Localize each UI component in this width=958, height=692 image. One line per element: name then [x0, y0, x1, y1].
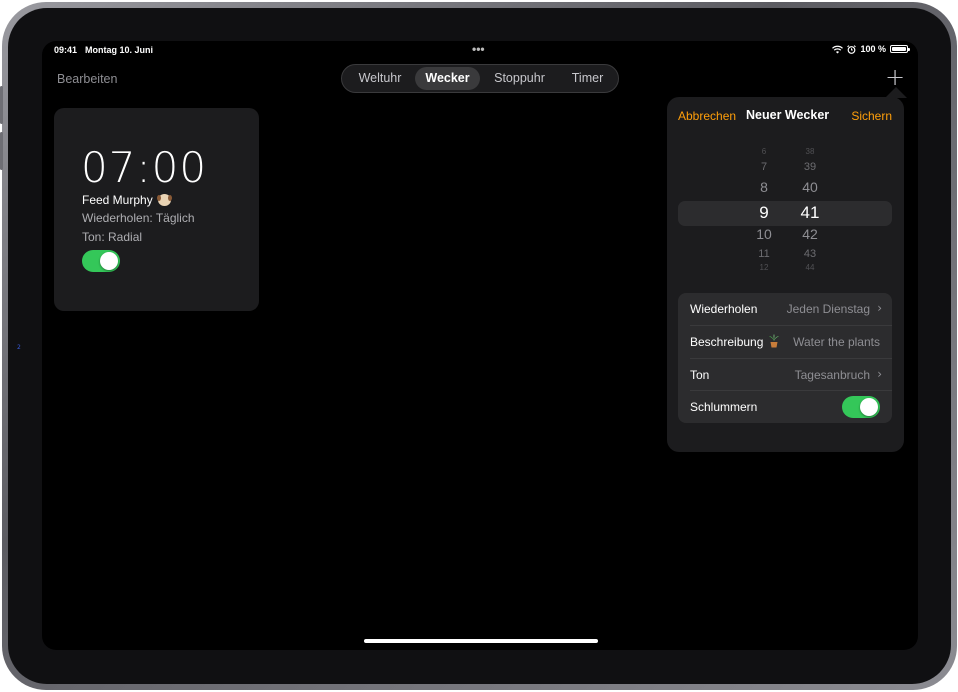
tab-timer[interactable]: Timer: [559, 67, 616, 90]
alarm-settings-list: Wiederholen Jeden Dienstag › Beschreibun…: [678, 293, 892, 423]
save-button[interactable]: Sichern: [851, 109, 892, 123]
toggle-knob: [100, 252, 118, 270]
tab-world-clock[interactable]: Weltuhr: [345, 67, 415, 90]
description-value[interactable]: Water the plants: [793, 335, 880, 349]
alarm-icon: [847, 44, 857, 54]
alarm-time: 07:00: [81, 143, 208, 192]
chevron-right-icon: ›: [877, 367, 882, 381]
description-label: Beschreibung: [690, 335, 764, 349]
side-marker: 2: [17, 344, 21, 351]
volume-down-button: [0, 132, 3, 170]
picker-minute[interactable]: 42: [790, 226, 830, 242]
dog-emoji-icon: [156, 194, 172, 206]
alarm-title: Feed Murphy: [82, 193, 153, 207]
multitasking-dots[interactable]: •••: [472, 42, 485, 56]
repeat-row[interactable]: Wiederholen Jeden Dienstag ›: [678, 293, 892, 325]
picker-hour-selected[interactable]: 9: [744, 203, 784, 223]
battery-icon: [890, 45, 910, 53]
alarm-title-row: Feed Murphy: [82, 193, 172, 207]
status-time: 09:41: [54, 45, 78, 55]
picker-hour[interactable]: 8: [744, 179, 784, 195]
status-date: Montag 10. Juni: [85, 45, 154, 55]
plant-emoji-icon: [769, 334, 779, 348]
status-bar: 09:41 Montag 10. Juni ••• 100 %: [42, 41, 918, 61]
tab-alarm[interactable]: Wecker: [415, 67, 480, 90]
alarm-card[interactable]: 07:00 Feed Murphy Wiederholen: Täglich T…: [54, 108, 259, 311]
alarm-repeat: Wiederholen: Täglich: [82, 211, 195, 225]
edit-button[interactable]: Bearbeiten: [57, 72, 117, 86]
picker-selection-band: [678, 201, 892, 226]
repeat-value: Jeden Dienstag: [786, 302, 870, 316]
tab-bar: Weltuhr Wecker Stoppuhr Timer: [341, 64, 619, 93]
toggle-knob: [860, 398, 878, 416]
add-alarm-button[interactable]: +: [885, 65, 905, 89]
wifi-icon: [832, 45, 844, 53]
sound-label: Ton: [690, 368, 710, 382]
description-row[interactable]: Beschreibung Water the plants: [678, 326, 892, 358]
picker-minute[interactable]: 40: [790, 179, 830, 195]
popover-title: Neuer Wecker: [746, 108, 830, 122]
picker-hour[interactable]: 10: [744, 226, 784, 242]
picker-hour[interactable]: 6: [744, 147, 784, 156]
time-picker[interactable]: 6 7 8 9 10 11 12 38 39 40 41 42 43 44: [678, 142, 892, 282]
picker-minute[interactable]: 43: [790, 248, 830, 260]
picker-minute[interactable]: 39: [790, 161, 830, 173]
chevron-right-icon: ›: [877, 301, 882, 315]
picker-hour[interactable]: 11: [744, 248, 784, 260]
alarm-sound: Ton: Radial: [82, 230, 143, 244]
picker-minute-selected[interactable]: 41: [790, 203, 830, 223]
tab-stopwatch[interactable]: Stoppuhr: [480, 67, 559, 90]
home-indicator[interactable]: [364, 639, 598, 643]
picker-minute[interactable]: 38: [790, 147, 830, 156]
screen: 09:41 Montag 10. Juni ••• 100 % Bearbeit…: [42, 41, 918, 650]
alarm-toggle[interactable]: [82, 250, 120, 272]
picker-hour[interactable]: 12: [744, 263, 784, 272]
status-right: 100 %: [832, 44, 910, 54]
battery-percentage: 100 %: [860, 44, 886, 54]
popover-header: Abbrechen Neuer Wecker Sichern: [667, 108, 904, 126]
snooze-toggle[interactable]: [842, 396, 880, 418]
new-alarm-popover: Abbrechen Neuer Wecker Sichern 6 7 8 9 1…: [667, 97, 904, 452]
snooze-label: Schlummern: [690, 400, 758, 414]
snooze-row: Schlummern: [678, 391, 892, 423]
repeat-label: Wiederholen: [690, 302, 758, 316]
sound-value: Tagesanbruch: [794, 368, 870, 382]
picker-hour[interactable]: 7: [744, 161, 784, 173]
volume-up-button: [0, 86, 3, 124]
sound-row[interactable]: Ton Tagesanbruch ›: [678, 359, 892, 391]
cancel-button[interactable]: Abbrechen: [678, 109, 736, 123]
picker-minute[interactable]: 44: [790, 263, 830, 272]
